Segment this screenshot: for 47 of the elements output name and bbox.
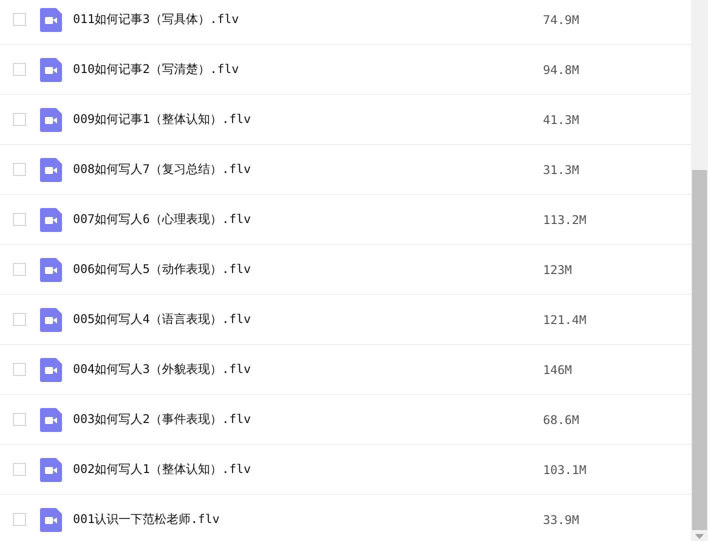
file-size: 41.3M xyxy=(543,112,580,126)
checkbox[interactable] xyxy=(13,413,26,426)
checkbox[interactable] xyxy=(13,13,26,26)
video-file-icon xyxy=(40,108,62,132)
checkbox[interactable] xyxy=(13,313,26,326)
file-size: 74.9M xyxy=(543,12,580,26)
file-name[interactable]: 010如何记事2（写清楚）.flv xyxy=(73,61,543,78)
file-name[interactable]: 008如何写人7（复习总结）.flv xyxy=(73,161,543,178)
scrollbar[interactable] xyxy=(691,0,708,541)
file-size: 123M xyxy=(543,262,572,276)
checkbox[interactable] xyxy=(13,363,26,376)
scroll-down-icon[interactable] xyxy=(695,534,704,539)
checkbox[interactable] xyxy=(13,263,26,276)
checkbox[interactable] xyxy=(13,163,26,176)
video-file-icon xyxy=(40,8,62,32)
file-name[interactable]: 009如何记事1（整体认知）.flv xyxy=(73,111,543,128)
video-file-icon xyxy=(40,158,62,182)
file-name[interactable]: 004如何写人3（外貌表现）.flv xyxy=(73,361,543,378)
file-name[interactable]: 006如何写人5（动作表现）.flv xyxy=(73,261,543,278)
video-file-icon xyxy=(40,358,62,382)
file-name[interactable]: 003如何写人2（事件表现）.flv xyxy=(73,411,543,428)
video-file-icon xyxy=(40,408,62,432)
file-size: 146M xyxy=(543,362,572,376)
scrollbar-thumb[interactable] xyxy=(692,170,707,530)
file-name[interactable]: 005如何写人4（语言表现）.flv xyxy=(73,311,543,328)
checkbox[interactable] xyxy=(13,213,26,226)
file-size: 68.6M xyxy=(543,412,580,426)
file-size: 33.9M xyxy=(543,512,580,526)
video-file-icon xyxy=(40,508,62,532)
file-size: 121.4M xyxy=(543,312,586,326)
checkbox[interactable] xyxy=(13,513,26,526)
file-size: 94.8M xyxy=(543,62,580,76)
file-name[interactable]: 011如何记事3（写具体）.flv xyxy=(73,11,543,28)
file-size: 103.1M xyxy=(543,462,586,476)
checkbox[interactable] xyxy=(13,113,26,126)
file-size: 31.3M xyxy=(543,162,580,176)
video-file-icon xyxy=(40,58,62,82)
video-file-icon xyxy=(40,258,62,282)
video-file-icon xyxy=(40,308,62,332)
video-file-icon xyxy=(40,208,62,232)
file-name[interactable]: 002如何写人1（整体认知）.flv xyxy=(73,461,543,478)
checkbox[interactable] xyxy=(13,63,26,76)
file-size: 113.2M xyxy=(543,212,586,226)
video-file-icon xyxy=(40,458,62,482)
checkbox[interactable] xyxy=(13,463,26,476)
file-name[interactable]: 001认识一下范松老师.flv xyxy=(73,511,543,528)
file-name[interactable]: 007如何写人6（心理表现）.flv xyxy=(73,211,543,228)
